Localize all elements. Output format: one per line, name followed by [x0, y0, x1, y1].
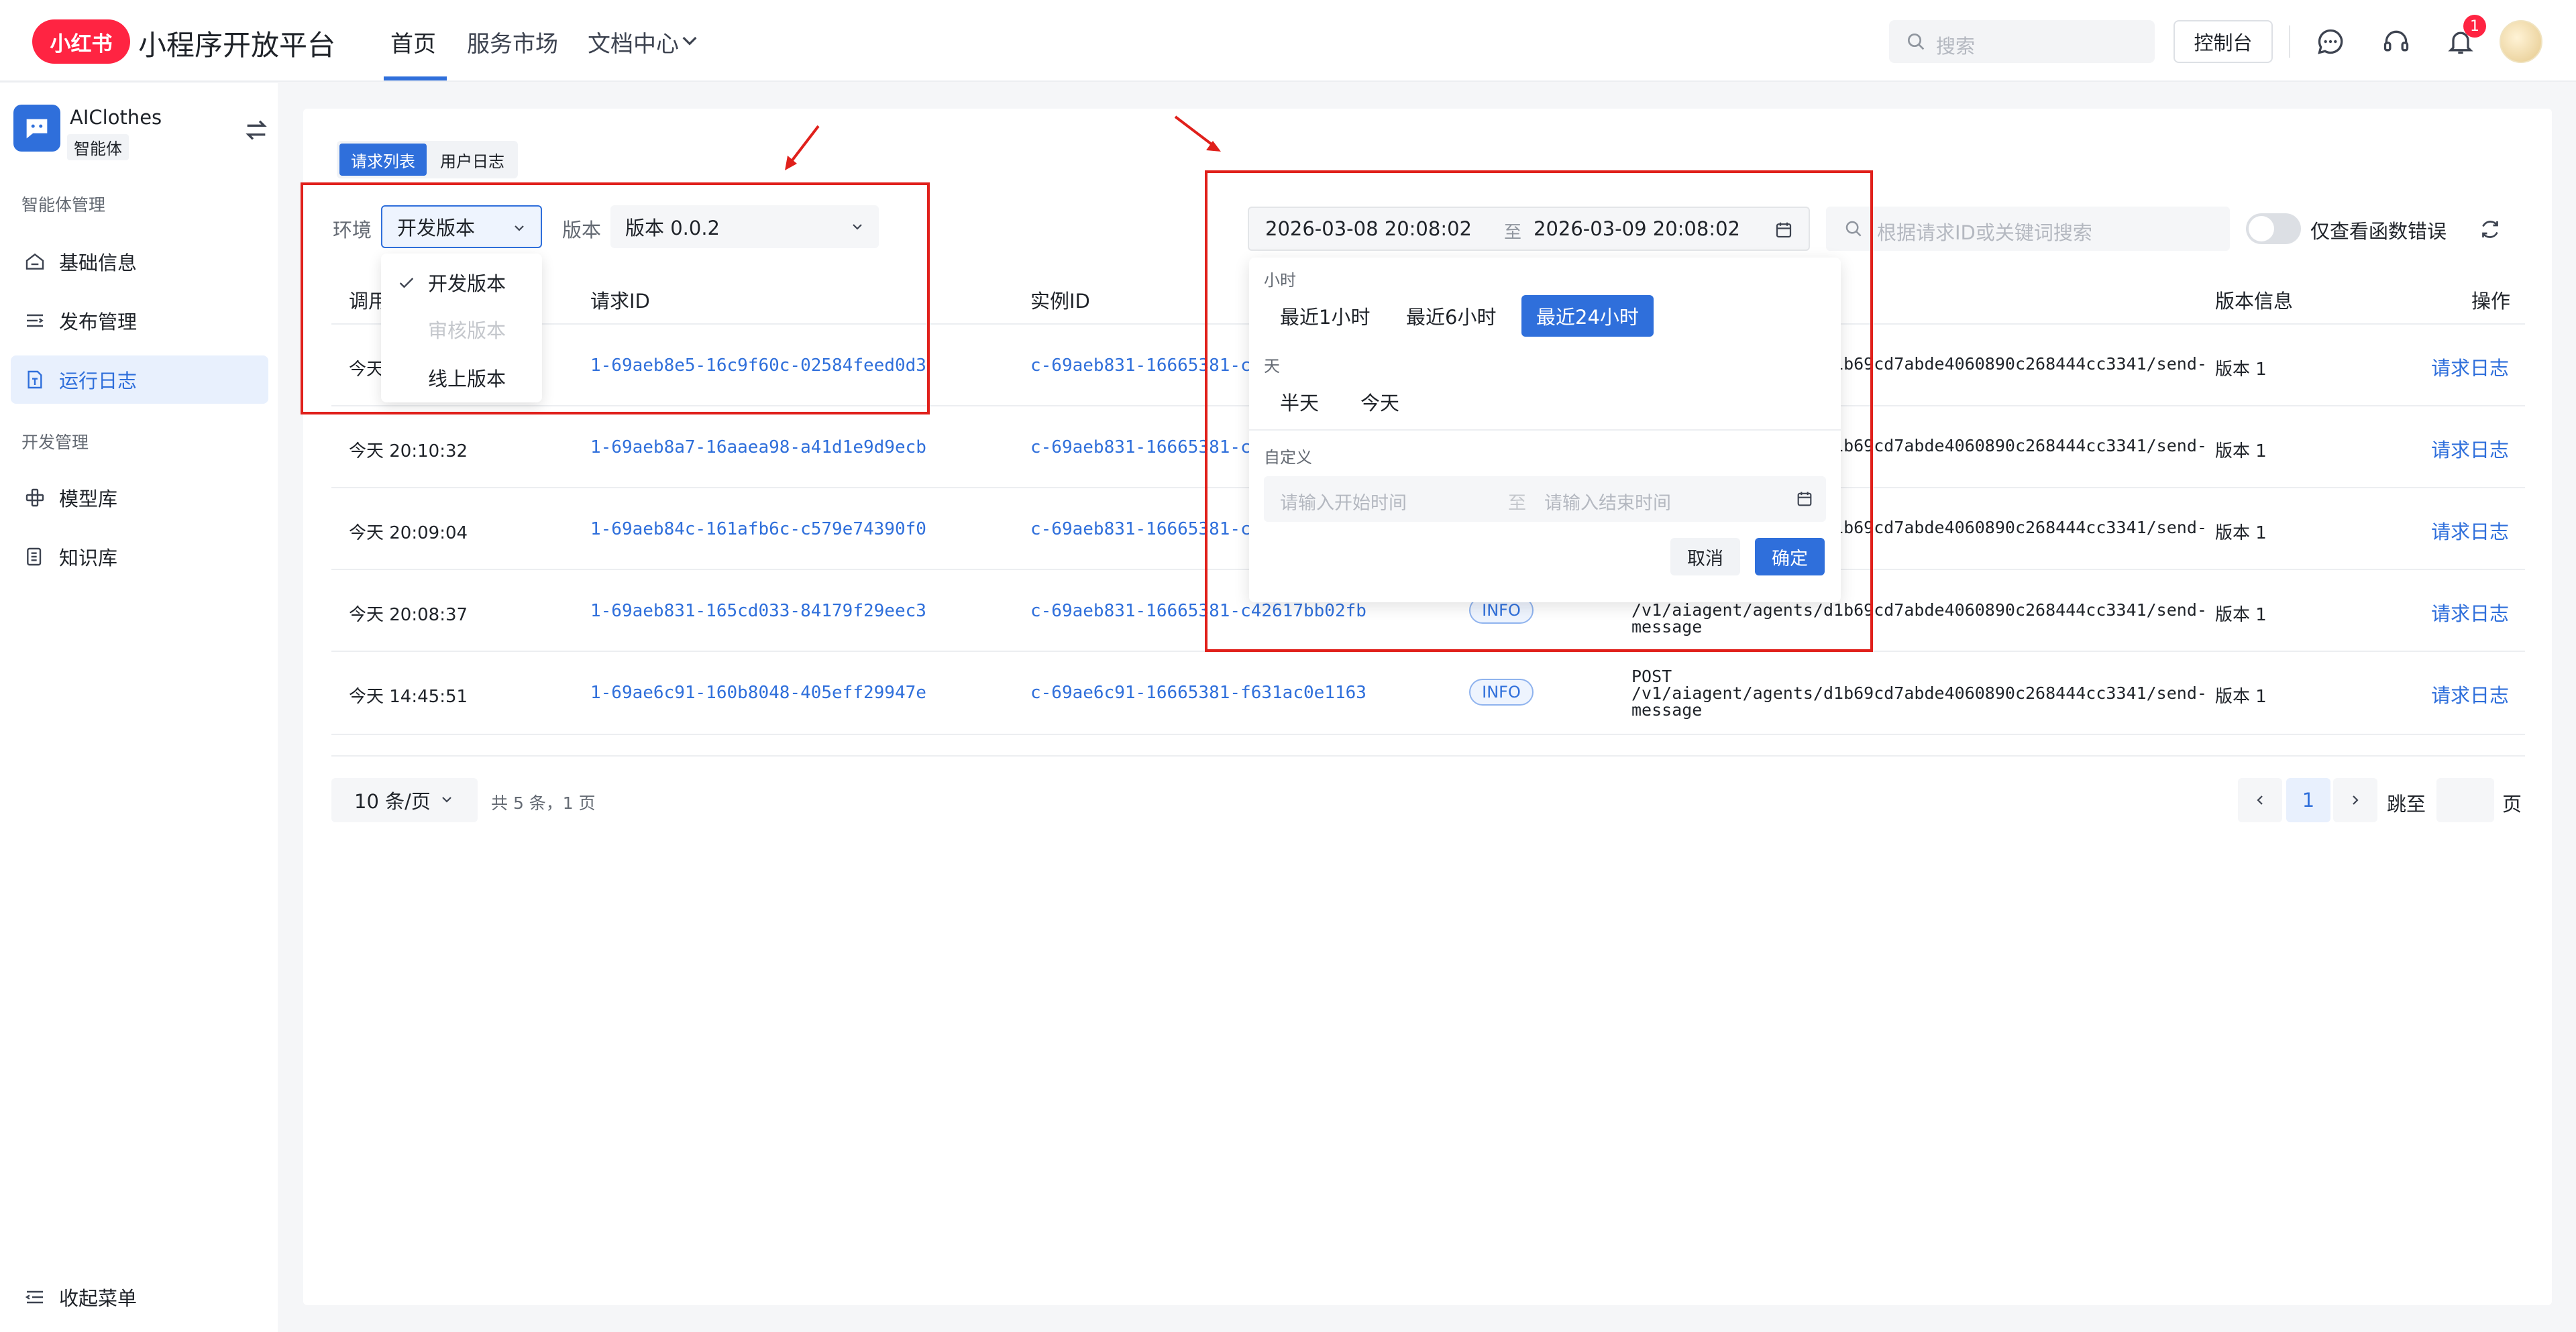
divider — [331, 734, 2525, 735]
annotation-box-env-version — [301, 182, 930, 414]
top-navbar: 小红书 小程序开放平台 首页 服务市场 文档中心 搜索 控制台 1 — [0, 0, 2576, 82]
col-header-version: 版本信息 — [2215, 290, 2294, 313]
switch-icon[interactable] — [243, 117, 270, 144]
sidebar: AIClothes 智能体 智能体管理 基础信息 发布管理 运行日志 开发管理 … — [0, 83, 278, 1332]
row-request-id[interactable]: 1-69aeb8a7-16aaea98-a41d1e9d9ecb — [590, 437, 926, 457]
row-request-id[interactable]: 1-69aeb84c-161afb6c-c579e74390f0 — [590, 519, 926, 539]
sidebar-group-dev: 开发管理 — [21, 433, 89, 452]
nav-home[interactable]: 首页 — [390, 25, 436, 58]
agent-type-badge: 智能体 — [67, 134, 129, 160]
log-file-icon — [28, 370, 42, 389]
sidebar-item-model-library[interactable]: 模型库 — [11, 474, 268, 522]
collapse-icon — [25, 1290, 43, 1304]
sidebar-group-agent: 智能体管理 — [21, 195, 106, 215]
row-path: /v1/aiagent/agents/d1b69cd7abde4060890c2… — [1631, 683, 2207, 703]
xiaohongshu-logo[interactable]: 小红书 — [32, 19, 130, 64]
model-icon — [25, 488, 44, 507]
row-instance-id[interactable]: c-69ae6c91-16665381-f631ac0e1163 — [1030, 683, 1366, 703]
console-button[interactable]: 控制台 — [2174, 20, 2273, 63]
errors-only-toggle[interactable] — [2246, 213, 2301, 244]
tab-request-list[interactable]: 请求列表 — [339, 144, 427, 176]
sidebar-item-publish[interactable]: 发布管理 — [11, 296, 268, 345]
platform-title: 小程序开放平台 — [138, 29, 336, 62]
row-method: POST — [1631, 667, 1672, 686]
row-path-cont: message — [1631, 700, 1703, 720]
divider — [331, 755, 2525, 757]
agent-name: AIClothes — [70, 106, 162, 129]
sidebar-item-label: 知识库 — [59, 547, 118, 569]
keyword-search-input[interactable]: 根据请求ID或关键词搜索 — [1826, 207, 2230, 251]
collapse-menu-button[interactable]: 收起菜单 — [11, 1273, 268, 1321]
sidebar-item-label: 模型库 — [59, 488, 118, 510]
col-header-instance-id: 实例ID — [1030, 290, 1090, 313]
page-suffix-label: 页 — [2502, 793, 2522, 816]
row-version: 版本 1 — [2215, 687, 2267, 707]
search-placeholder: 搜索 — [1936, 35, 1976, 58]
chevron-right-icon — [2353, 795, 2359, 805]
divider — [2289, 25, 2290, 58]
row-version: 版本 1 — [2215, 359, 2267, 380]
chevron-left-icon — [2257, 795, 2263, 805]
request-log-link[interactable]: 请求日志 — [2431, 516, 2509, 545]
page-size-value: 10 条/页 — [354, 790, 431, 813]
prev-page-button[interactable] — [2238, 778, 2282, 822]
tab-user-logs[interactable]: 用户日志 — [431, 144, 514, 176]
home-icon — [25, 253, 44, 270]
sidebar-item-label: 运行日志 — [59, 370, 138, 392]
refresh-icon[interactable] — [2478, 217, 2502, 241]
search-icon — [1908, 34, 1925, 50]
sidebar-item-knowledge-base[interactable]: 知识库 — [11, 533, 268, 581]
log-level-badge: INFO — [1469, 679, 1534, 706]
tab-bar: 请求列表 用户日志 — [337, 141, 518, 178]
search-input[interactable]: 搜索 — [1889, 20, 2155, 63]
agent-chat-icon — [13, 105, 60, 152]
list-icon — [27, 314, 44, 327]
jump-to-label: 跳至 — [2387, 793, 2426, 816]
jump-page-input[interactable] — [2436, 778, 2494, 822]
sidebar-item-basic-info[interactable]: 基础信息 — [11, 237, 268, 286]
headset-icon[interactable] — [2381, 27, 2411, 56]
row-time: 今天 20:10:32 — [349, 441, 468, 461]
nav-service-market[interactable]: 服务市场 — [467, 25, 558, 58]
sidebar-item-label: 发布管理 — [59, 311, 138, 333]
row-request-id[interactable]: 1-69aeb831-165cd033-84179f29eec3 — [590, 601, 926, 621]
row-request-id[interactable]: 1-69ae6c91-160b8048-405eff29947e — [590, 683, 926, 703]
message-icon[interactable] — [2316, 27, 2345, 56]
next-page-button[interactable] — [2333, 778, 2377, 822]
sidebar-item-label: 基础信息 — [59, 252, 138, 274]
request-log-link[interactable]: 请求日志 — [2431, 435, 2509, 463]
row-time: 今天 20:09:04 — [349, 523, 468, 543]
row-version: 版本 1 — [2215, 523, 2267, 543]
chevron-down-icon[interactable] — [679, 30, 700, 51]
notification-badge: 1 — [2463, 15, 2486, 38]
chevron-down-icon — [442, 797, 451, 803]
row-time: 今天 20:08:37 — [349, 605, 468, 625]
database-icon — [27, 547, 42, 566]
sidebar-item-label: 收起菜单 — [59, 1287, 138, 1310]
total-count: 共 5 条，1 页 — [491, 793, 596, 813]
sidebar-item-run-logs[interactable]: 运行日志 — [11, 355, 268, 404]
request-log-link[interactable]: 请求日志 — [2431, 680, 2509, 708]
errors-only-label: 仅查看函数错误 — [2310, 220, 2447, 243]
request-log-link[interactable]: 请求日志 — [2431, 353, 2509, 381]
keyword-placeholder: 根据请求ID或关键词搜索 — [1877, 221, 2092, 244]
request-log-link[interactable]: 请求日志 — [2431, 598, 2509, 626]
toggle-knob — [2249, 216, 2274, 241]
annotation-box-time-range — [1205, 170, 1873, 652]
row-version: 版本 1 — [2215, 605, 2267, 625]
page-number-current[interactable]: 1 — [2286, 778, 2330, 822]
row-time: 今天 14:45:51 — [349, 687, 468, 707]
col-header-action: 操作 — [2471, 290, 2511, 313]
page-size-select[interactable]: 10 条/页 — [331, 778, 478, 822]
annotation-arrow-icon — [785, 125, 820, 170]
nav-active-indicator — [384, 76, 447, 80]
row-version: 版本 1 — [2215, 441, 2267, 461]
nav-docs[interactable]: 文档中心 — [588, 25, 679, 58]
annotation-arrow-icon — [1174, 115, 1221, 152]
avatar[interactable] — [2500, 20, 2542, 63]
